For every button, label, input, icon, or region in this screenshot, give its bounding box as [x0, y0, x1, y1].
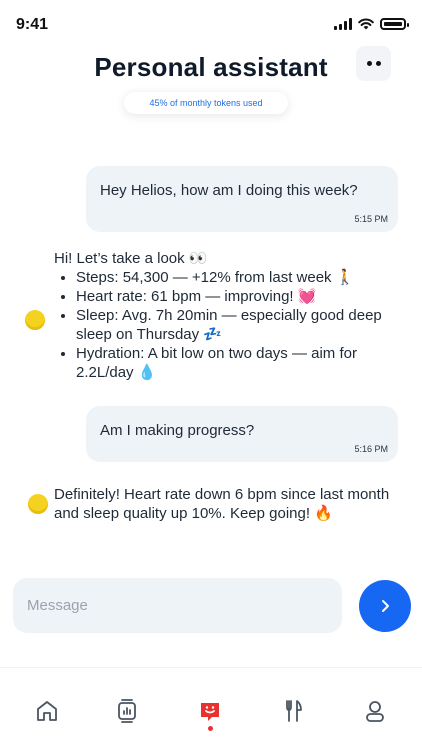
message-text: Hey Helios, how am I doing this week? — [100, 182, 358, 199]
assistant-avatar — [28, 494, 48, 514]
user-message: Am I making progress? 5:16 PM — [86, 406, 398, 462]
nav-home[interactable] — [32, 696, 62, 726]
message-list: Steps: 54,300 — +12% from last week 🚶 He… — [54, 268, 384, 382]
chevron-right-icon — [382, 600, 389, 612]
list-item: Sleep: Avg. 7h 20min — especially good d… — [76, 306, 384, 344]
message-input[interactable] — [13, 578, 342, 633]
token-usage-badge: 45% of monthly tokens used — [124, 92, 288, 114]
profile-icon — [366, 701, 384, 722]
list-item: Steps: 54,300 — +12% from last week 🚶 — [76, 268, 384, 287]
message-input-container — [13, 578, 342, 633]
status-icons — [334, 18, 409, 30]
battery-icon — [380, 18, 409, 30]
more-options-button[interactable] — [356, 46, 391, 81]
activity-icon — [118, 699, 136, 723]
active-nav-indicator — [208, 726, 213, 731]
wifi-icon — [358, 18, 374, 30]
nutrition-icon — [286, 700, 302, 722]
message-intro: Hi! Let’s take a look 👀 — [54, 250, 208, 267]
message-timestamp: 5:15 PM — [354, 214, 388, 224]
list-item: Heart rate: 61 bpm — improving! 💓 — [76, 287, 384, 306]
nav-assistant[interactable] — [195, 696, 225, 726]
assistant-avatar — [25, 310, 45, 330]
signal-icon — [334, 18, 352, 30]
dot-icon — [375, 61, 381, 66]
nav-profile[interactable] — [360, 696, 390, 726]
status-bar: 9:41 — [0, 0, 422, 50]
nav-activity[interactable] — [112, 696, 142, 726]
assistant-icon — [201, 703, 219, 721]
dot-icon — [366, 61, 372, 66]
send-button[interactable] — [359, 580, 411, 632]
message-timestamp: 5:16 PM — [354, 444, 388, 454]
status-time: 9:41 — [16, 16, 49, 33]
bottom-nav — [0, 668, 422, 750]
assistant-message: Hi! Let’s take a look 👀 Steps: 54,300 — … — [54, 249, 384, 382]
list-item: Hydration: A bit low on two days — aim f… — [76, 344, 384, 382]
user-message: Hey Helios, how am I doing this week? 5:… — [86, 166, 398, 232]
message-text: Am I making progress? — [100, 422, 255, 439]
home-icon — [37, 701, 57, 721]
nav-nutrition[interactable] — [278, 696, 308, 726]
assistant-message: Definitely! Heart rate down 6 bpm since … — [54, 486, 390, 522]
